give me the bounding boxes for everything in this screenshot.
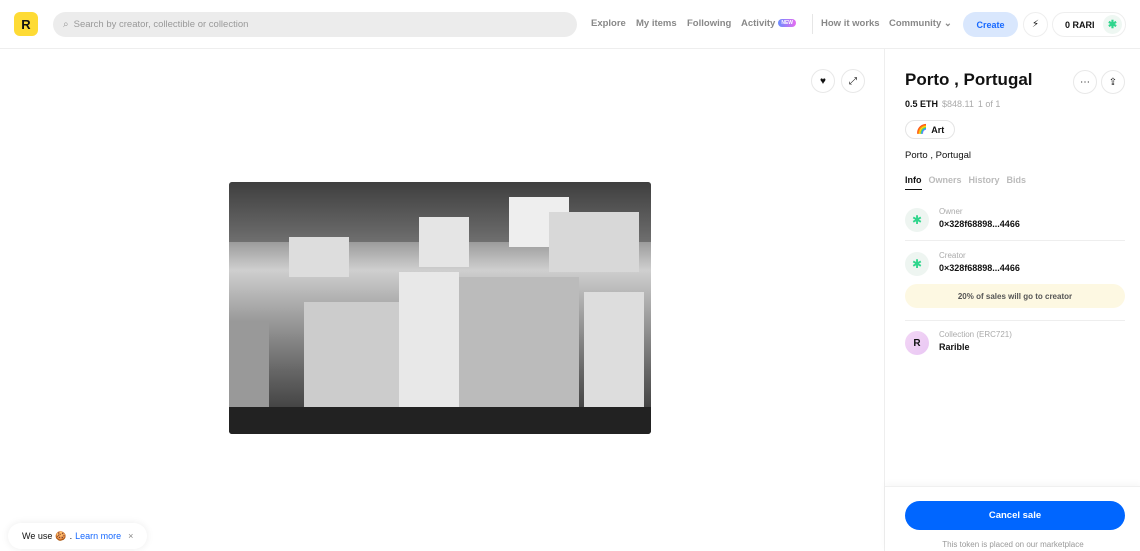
expand-icon[interactable]: ⤢	[841, 69, 865, 93]
tabs: Info Owners History Bids	[905, 175, 1026, 190]
edition: 1 of 1	[977, 99, 1001, 109]
collection-avatar: R	[905, 331, 929, 355]
share-icon[interactable]: ⇪	[1101, 70, 1125, 94]
search-icon: ⌕	[63, 19, 69, 30]
divider	[905, 320, 1125, 321]
owner-row[interactable]: ✱ Owner 0×328f68898...4466	[905, 205, 1125, 235]
nav-explore[interactable]: Explore	[591, 18, 626, 29]
tab-bids[interactable]: Bids	[1007, 175, 1027, 190]
new-badge: NEW	[778, 19, 796, 28]
owner-avatar: ✱	[905, 208, 929, 232]
nav-activity[interactable]: Activity NEW	[741, 18, 796, 29]
cookie-text: We use	[22, 531, 53, 541]
rarible-logo[interactable]: R	[14, 12, 38, 36]
learn-more-link[interactable]: Learn more	[75, 531, 121, 541]
creator-address[interactable]: 0×328f68898...4466	[939, 263, 1020, 273]
creator-avatar: ✱	[905, 252, 929, 276]
close-icon[interactable]: ×	[128, 531, 133, 541]
creator-row[interactable]: ✱ Creator 0×328f68898...4466	[905, 249, 1125, 279]
nav-how-it-works[interactable]: How it works	[821, 18, 880, 29]
owner-label: Owner	[939, 207, 963, 216]
cancel-sale-button[interactable]: Cancel sale	[905, 501, 1125, 530]
price-usd: $848.11	[942, 99, 974, 109]
top-nav: R ⌕ Search by creator, collectible or col…	[0, 0, 1140, 49]
cookie-icon: 🍪	[55, 530, 67, 541]
search-placeholder: Search by creator, collectible or collec…	[73, 19, 249, 30]
rainbow-icon: 🌈	[916, 124, 928, 134]
collection-row[interactable]: R Collection (ERC721) Rarible	[905, 328, 1125, 358]
balance: 0 RARI	[1065, 19, 1095, 30]
item-description: Porto , Portugal	[905, 150, 972, 161]
item-details-panel: Porto , Portugal ⋯ ⇪ 0.5 ETH $848.11 1 of …	[884, 49, 1140, 551]
price: 0.5 ETH $848.11 1 of 1	[905, 99, 1000, 109]
cookie-banner: We use 🍪. Learn more ×	[8, 523, 148, 549]
nav-following[interactable]: Following	[687, 18, 731, 29]
more-options-icon[interactable]: ⋯	[1073, 70, 1097, 94]
action-footer: Cancel sale This token is placed on our …	[885, 486, 1140, 551]
nav-community[interactable]: Community ⌄	[889, 18, 952, 29]
divider	[905, 240, 1125, 241]
marketplace-note: This token is placed on our marketplace	[942, 540, 1084, 549]
collection-name[interactable]: Rarible	[939, 342, 970, 352]
nav-community-label: Community	[889, 18, 942, 29]
collection-label: Collection (ERC721)	[939, 330, 1012, 339]
tab-info[interactable]: Info	[905, 175, 922, 190]
royalty-banner: 20% of sales will go to creator	[905, 284, 1125, 308]
nav-divider	[812, 14, 813, 34]
nft-image	[229, 182, 651, 434]
price-eth: 0.5 ETH	[905, 99, 939, 109]
wallet-button[interactable]: 0 RARI ✱	[1052, 12, 1126, 37]
bolt-icon[interactable]: ⚡︎	[1023, 12, 1048, 37]
nav-activity-label: Activity	[741, 18, 776, 29]
category-label: Art	[931, 124, 945, 135]
category-tag[interactable]: 🌈 Art	[905, 120, 956, 139]
avatar: ✱	[1103, 15, 1122, 34]
owner-address[interactable]: 0×328f68898...4466	[939, 219, 1020, 229]
like-icon[interactable]: ♥	[811, 69, 835, 93]
create-button[interactable]: Create	[963, 12, 1018, 37]
nav-my-items[interactable]: My items	[636, 18, 677, 29]
search-input[interactable]: ⌕ Search by creator, collectible or colle…	[53, 12, 577, 37]
tab-owners[interactable]: Owners	[929, 175, 962, 190]
creator-label: Creator	[939, 251, 966, 260]
tab-history[interactable]: History	[969, 175, 1000, 190]
chevron-down-icon: ⌄	[943, 18, 952, 29]
item-title: Porto , Portugal	[905, 70, 1033, 89]
